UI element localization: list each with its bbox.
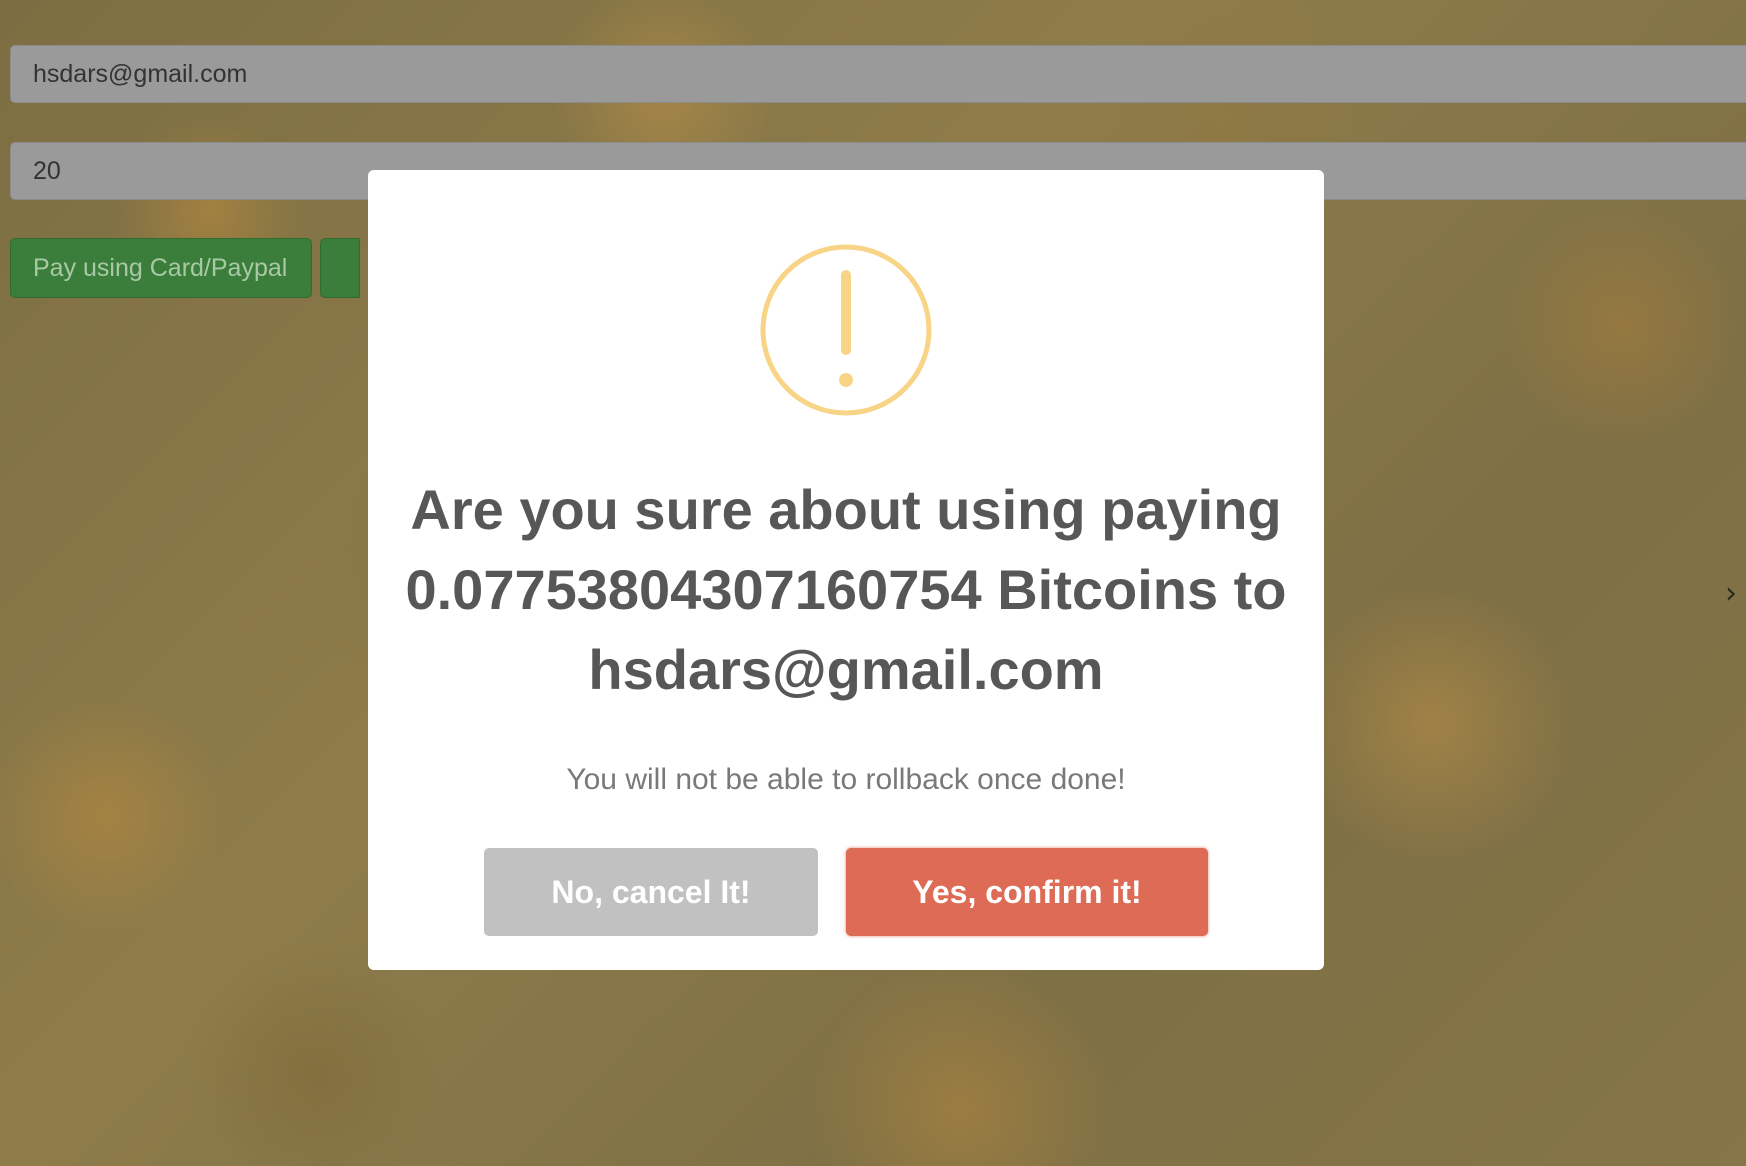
dialog-title: Are you sure about using paying 0.077538…: [405, 478, 1287, 701]
cancel-button[interactable]: No, cancel It!: [484, 848, 818, 936]
confirm-dialog: Are you sure about using paying 0.077538…: [368, 170, 1324, 970]
warning-icon: [760, 244, 932, 416]
confirm-button[interactable]: Yes, confirm it!: [846, 848, 1208, 936]
page-background: hsdars@gmail.com 20 Pay using Card/Paypa…: [0, 0, 1746, 1166]
dialog-message: You will not be able to rollback once do…: [566, 763, 1126, 796]
